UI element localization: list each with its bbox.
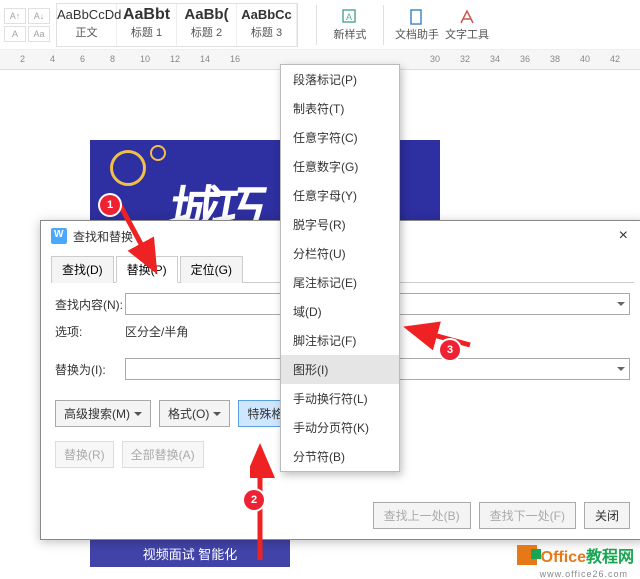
annotation-badge-2: 2: [244, 490, 264, 510]
menu-paragraph-mark[interactable]: 段落标记(P): [281, 65, 399, 94]
doc-helper-icon: [408, 8, 426, 26]
new-style-label: 新样式: [334, 26, 367, 42]
menu-footnote-mark[interactable]: 脚注标记(F): [281, 326, 399, 355]
annotation-badge-3: 3: [440, 340, 460, 360]
menu-endnote-mark[interactable]: 尾注标记(E): [281, 268, 399, 297]
close-icon[interactable]: ×: [613, 227, 634, 245]
replace-all-button[interactable]: 全部替换(A): [122, 441, 204, 468]
app-icon: [51, 228, 67, 244]
text-tools-button[interactable]: 文字工具: [442, 3, 492, 47]
new-style-icon: A: [341, 8, 359, 26]
annotation-badge-1: 1: [100, 195, 120, 215]
text-tools-icon: [458, 8, 476, 26]
options-label: 选项:: [55, 323, 125, 340]
style-preview: AaBbCcDd: [57, 6, 116, 24]
chevron-down-icon: [134, 412, 142, 420]
style-heading1[interactable]: AaBbt 标题 1: [117, 4, 177, 46]
find-next-button[interactable]: 查找下一处(F): [479, 502, 576, 529]
site-watermark: Office教程网: [517, 543, 634, 567]
style-gallery[interactable]: AaBbCcDd 正文 AaBbt 标题 1 AaBb( 标题 2 AaBbCc…: [56, 3, 298, 47]
text-tools-label: 文字工具: [445, 26, 489, 42]
style-label: 标题 1: [117, 24, 176, 40]
style-preview: AaBb(: [177, 6, 236, 24]
tab-find[interactable]: 查找(D): [51, 256, 114, 283]
site-url: www.office26.com: [540, 569, 628, 579]
tab-goto[interactable]: 定位(G): [180, 256, 243, 283]
doc-helper-button[interactable]: 文档助手: [392, 3, 442, 47]
style-label: 标题 3: [237, 24, 296, 40]
menu-manual-page-break[interactable]: 手动分页符(K): [281, 413, 399, 442]
new-style-button[interactable]: A 新样式: [325, 3, 375, 47]
svg-text:A: A: [346, 12, 352, 22]
style-heading2[interactable]: AaBb( 标题 2: [177, 4, 237, 46]
annotation-arrow-1: [110, 200, 170, 280]
style-label: 标题 2: [177, 24, 236, 40]
style-label: 正文: [57, 24, 116, 40]
menu-any-digit[interactable]: 任意数字(G): [281, 152, 399, 181]
separator: [316, 5, 317, 45]
menu-field[interactable]: 域(D): [281, 297, 399, 326]
format-button[interactable]: 格式(O): [159, 400, 230, 427]
chevron-down-icon: [213, 412, 221, 420]
menu-manual-line-break[interactable]: 手动换行符(L): [281, 384, 399, 413]
special-format-menu: 段落标记(P) 制表符(T) 任意字符(C) 任意数字(G) 任意字母(Y) 脱…: [280, 64, 400, 472]
style-preview: AaBbt: [117, 6, 176, 24]
office-logo-icon: [517, 545, 537, 565]
close-button[interactable]: 关闭: [584, 502, 630, 529]
advanced-search-button[interactable]: 高级搜索(M): [55, 400, 151, 427]
style-normal[interactable]: AaBbCcDd 正文: [57, 4, 117, 46]
clear-format-icon[interactable]: A: [4, 26, 26, 42]
replace-label: 替换为(I):: [55, 361, 125, 378]
menu-any-char[interactable]: 任意字符(C): [281, 123, 399, 152]
decrease-font-icon[interactable]: A↓: [28, 8, 50, 24]
style-heading3[interactable]: AaBbCc 标题 3: [237, 4, 297, 46]
options-value: 区分全/半角: [125, 323, 188, 340]
font-options-icon[interactable]: Aa: [28, 26, 50, 42]
menu-graphic[interactable]: 图形(I): [281, 355, 399, 384]
separator: [383, 5, 384, 45]
menu-column-break[interactable]: 分栏符(U): [281, 239, 399, 268]
ribbon: A↑ A↓ A Aa AaBbCcDd 正文 AaBbt 标题 1 AaBb( …: [0, 0, 640, 50]
menu-any-letter[interactable]: 任意字母(Y): [281, 181, 399, 210]
menu-section-break[interactable]: 分节符(B): [281, 442, 399, 471]
menu-tab-char[interactable]: 制表符(T): [281, 94, 399, 123]
doc-helper-label: 文档助手: [395, 26, 439, 42]
dialog-footer: 查找上一处(B) 查找下一处(F) 关闭: [373, 502, 630, 529]
replace-button[interactable]: 替换(R): [55, 441, 114, 468]
style-preview: AaBbCc: [237, 6, 296, 24]
menu-caret[interactable]: 脱字号(R): [281, 210, 399, 239]
find-prev-button[interactable]: 查找上一处(B): [373, 502, 471, 529]
font-size-controls: A↑ A↓ A Aa: [4, 8, 50, 42]
find-label: 查找内容(N):: [55, 296, 125, 313]
increase-font-icon[interactable]: A↑: [4, 8, 26, 24]
